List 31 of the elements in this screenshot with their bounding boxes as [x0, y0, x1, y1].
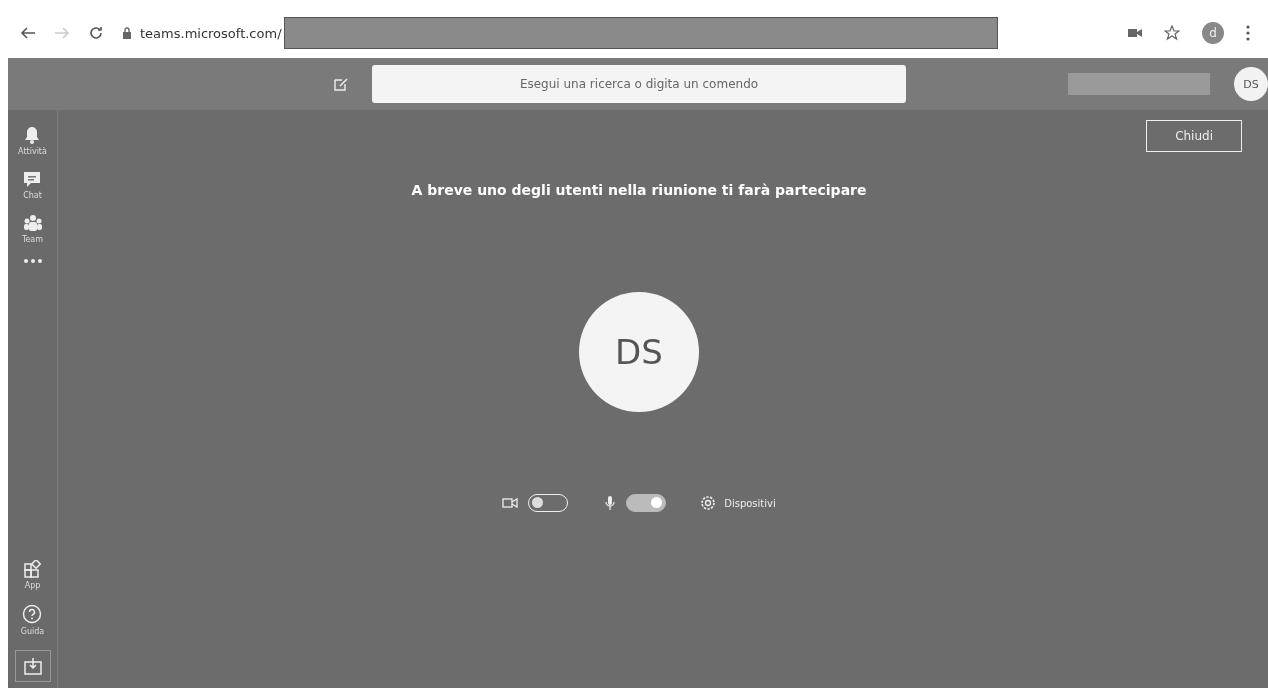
sidebar-label[interactable]: Guida — [20, 627, 45, 636]
apps-icon — [23, 560, 42, 578]
settings-icon — [700, 495, 717, 511]
waiting-message: A breve uno degli utenti nella riunione ti farà partecipare — [411, 182, 867, 198]
kebab-menu-icon[interactable] — [1246, 25, 1250, 41]
close-button[interactable]: Chiudi — [1146, 120, 1242, 152]
lock-icon — [122, 26, 132, 40]
sidebar-label[interactable]: Team — [21, 235, 44, 244]
back-icon[interactable] — [20, 26, 36, 40]
video-camera-icon — [502, 497, 519, 509]
user-avatar: DS — [579, 292, 699, 412]
star-icon[interactable] — [1164, 25, 1180, 41]
sidebar-label[interactable]: Chat — [23, 191, 42, 200]
help-icon — [22, 604, 43, 624]
bell-icon — [24, 126, 41, 144]
compose-icon[interactable] — [334, 77, 348, 91]
chat-icon — [23, 170, 42, 188]
more-icon[interactable] — [22, 258, 43, 264]
microphone-icon — [604, 495, 617, 511]
microphone-toggle[interactable] — [626, 494, 667, 512]
search-field[interactable]: Esegui una ricerca o digita un comendo — [372, 65, 906, 103]
user-avatar[interactable]: DS — [1234, 67, 1268, 101]
camera-icon — [1128, 28, 1142, 38]
url-text[interactable]: teams.microsoft.com/ — [140, 25, 282, 41]
sidebar-label[interactable]: Attività — [18, 147, 47, 156]
devices-button[interactable]: Dispositivi — [700, 495, 776, 511]
people-icon — [22, 214, 43, 232]
reload-icon[interactable] — [88, 25, 104, 41]
profile-avatar[interactable]: d — [1202, 22, 1224, 44]
download-icon — [23, 657, 42, 675]
sidebar-label[interactable]: App — [24, 581, 41, 590]
